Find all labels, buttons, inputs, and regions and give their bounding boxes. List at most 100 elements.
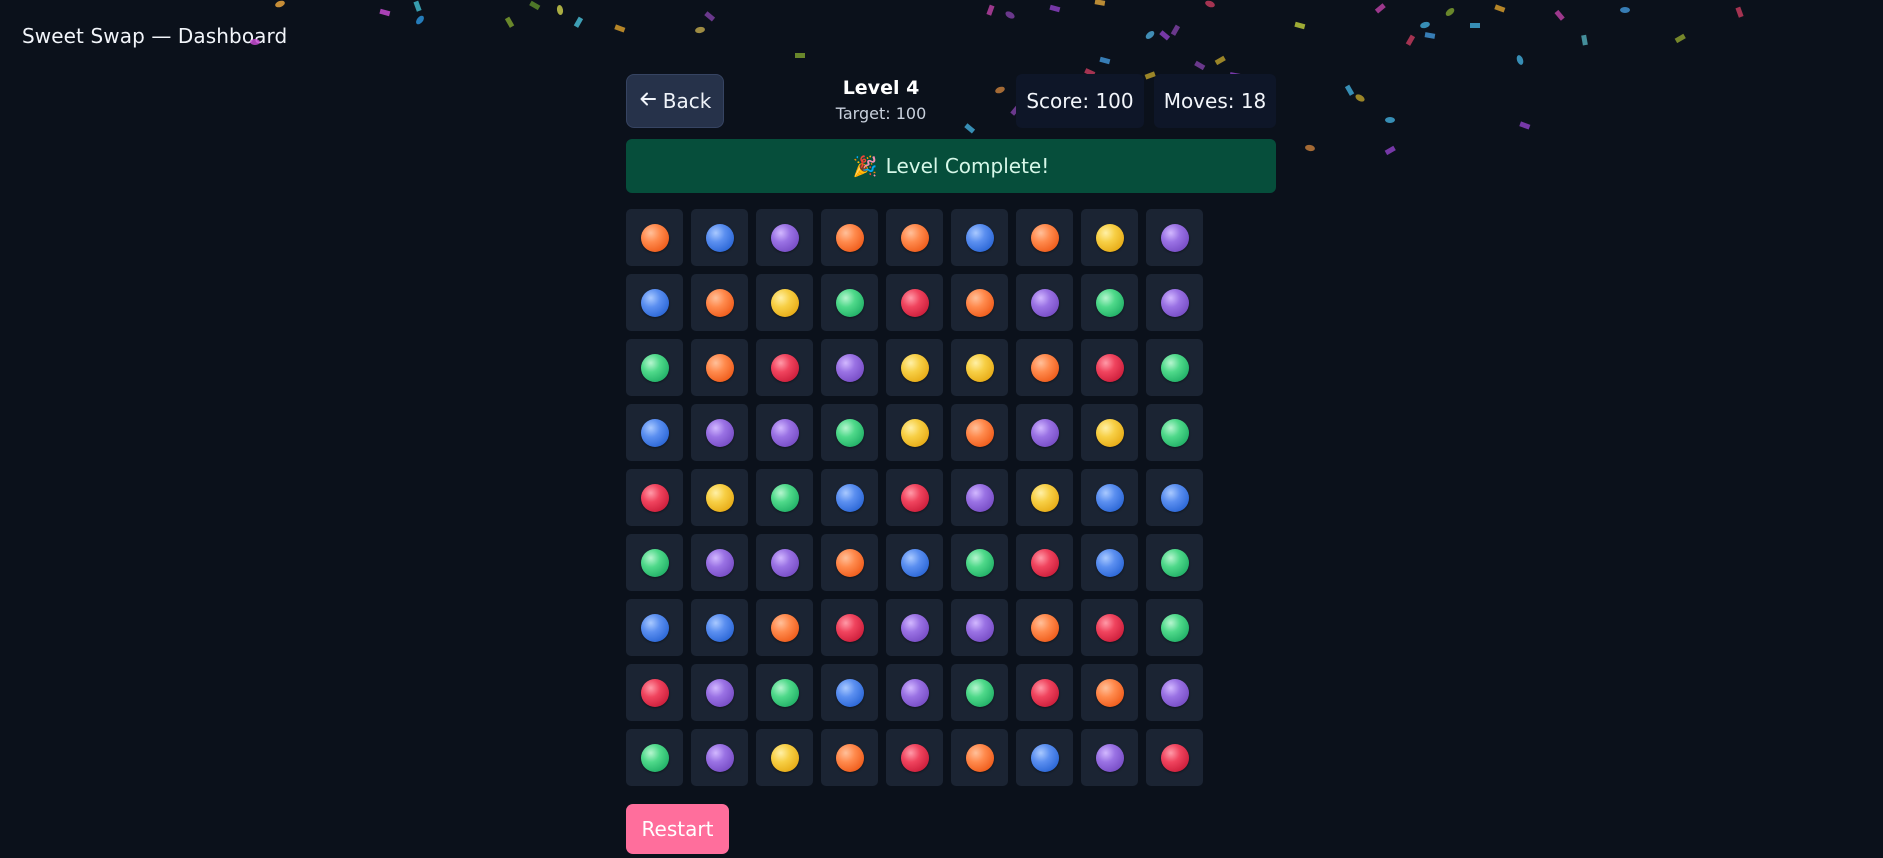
board-cell[interactable] bbox=[691, 469, 748, 526]
board-cell[interactable] bbox=[886, 664, 943, 721]
board-cell[interactable] bbox=[1146, 469, 1203, 526]
green-candy bbox=[770, 678, 799, 707]
board-cell[interactable] bbox=[951, 534, 1008, 591]
board-cell[interactable] bbox=[951, 664, 1008, 721]
blue-candy bbox=[1160, 483, 1189, 512]
board-cell[interactable] bbox=[821, 729, 878, 786]
board-cell[interactable] bbox=[1016, 469, 1073, 526]
board-cell[interactable] bbox=[951, 274, 1008, 331]
green-candy bbox=[640, 353, 669, 382]
board-cell[interactable] bbox=[1081, 534, 1138, 591]
board-cell[interactable] bbox=[1016, 534, 1073, 591]
board-cell[interactable] bbox=[1016, 404, 1073, 461]
board-cell[interactable] bbox=[821, 209, 878, 266]
board-cell[interactable] bbox=[1146, 339, 1203, 396]
board-cell[interactable] bbox=[756, 404, 813, 461]
board-cell[interactable] bbox=[886, 599, 943, 656]
board-cell[interactable] bbox=[1081, 404, 1138, 461]
board-cell[interactable] bbox=[626, 209, 683, 266]
board-cell[interactable] bbox=[821, 534, 878, 591]
confetti-piece bbox=[413, 0, 422, 12]
board-cell[interactable] bbox=[1081, 664, 1138, 721]
board-cell[interactable] bbox=[886, 209, 943, 266]
board-cell[interactable] bbox=[626, 599, 683, 656]
board-cell[interactable] bbox=[951, 599, 1008, 656]
board-cell[interactable] bbox=[1016, 209, 1073, 266]
board-cell[interactable] bbox=[821, 274, 878, 331]
board-cell[interactable] bbox=[756, 599, 813, 656]
board-cell[interactable] bbox=[1016, 729, 1073, 786]
board-cell[interactable] bbox=[951, 404, 1008, 461]
board-cell[interactable] bbox=[626, 534, 683, 591]
confetti-piece bbox=[1516, 55, 1524, 65]
board-cell[interactable] bbox=[1146, 209, 1203, 266]
board-cell[interactable] bbox=[886, 469, 943, 526]
board-cell[interactable] bbox=[756, 339, 813, 396]
board-cell[interactable] bbox=[1146, 664, 1203, 721]
board-cell[interactable] bbox=[821, 404, 878, 461]
confetti-piece bbox=[1355, 94, 1365, 102]
board-cell[interactable] bbox=[886, 404, 943, 461]
board-cell[interactable] bbox=[1081, 209, 1138, 266]
board-cell[interactable] bbox=[691, 274, 748, 331]
back-button[interactable]: Back bbox=[626, 74, 724, 128]
board-cell[interactable] bbox=[1146, 599, 1203, 656]
board-cell[interactable] bbox=[821, 599, 878, 656]
board-cell[interactable] bbox=[691, 729, 748, 786]
board-cell[interactable] bbox=[626, 664, 683, 721]
board-cell[interactable] bbox=[756, 469, 813, 526]
board-cell[interactable] bbox=[691, 404, 748, 461]
board-cell[interactable] bbox=[1016, 664, 1073, 721]
board-cell[interactable] bbox=[821, 664, 878, 721]
confetti-piece bbox=[504, 16, 515, 28]
board-cell[interactable] bbox=[756, 534, 813, 591]
restart-button[interactable]: Restart bbox=[626, 804, 729, 854]
orange-candy bbox=[1030, 353, 1059, 382]
board-cell[interactable] bbox=[886, 339, 943, 396]
app-title: Sweet Swap — Dashboard bbox=[22, 24, 288, 48]
board-cell[interactable] bbox=[1016, 274, 1073, 331]
board-cell[interactable] bbox=[886, 534, 943, 591]
board-cell[interactable] bbox=[1146, 729, 1203, 786]
board-cell[interactable] bbox=[1081, 339, 1138, 396]
board-cell[interactable] bbox=[821, 339, 878, 396]
red-candy bbox=[1030, 548, 1059, 577]
board-cell[interactable] bbox=[1016, 599, 1073, 656]
board-cell[interactable] bbox=[951, 339, 1008, 396]
board-cell[interactable] bbox=[1016, 339, 1073, 396]
blue-candy bbox=[640, 288, 669, 317]
board-cell[interactable] bbox=[626, 469, 683, 526]
orange-candy bbox=[835, 743, 864, 772]
board-cell[interactable] bbox=[1146, 534, 1203, 591]
board-cell[interactable] bbox=[886, 729, 943, 786]
board-cell[interactable] bbox=[626, 274, 683, 331]
board-cell[interactable] bbox=[1081, 274, 1138, 331]
board-cell[interactable] bbox=[626, 404, 683, 461]
board-cell[interactable] bbox=[756, 664, 813, 721]
board-cell[interactable] bbox=[951, 729, 1008, 786]
board-cell[interactable] bbox=[756, 274, 813, 331]
board-cell[interactable] bbox=[1081, 729, 1138, 786]
level-complete-banner: 🎉 Level Complete! bbox=[626, 139, 1276, 193]
board-cell[interactable] bbox=[691, 599, 748, 656]
board-cell[interactable] bbox=[756, 729, 813, 786]
board-cell[interactable] bbox=[691, 664, 748, 721]
board-cell[interactable] bbox=[691, 209, 748, 266]
board-cell[interactable] bbox=[951, 469, 1008, 526]
blue-candy bbox=[835, 483, 864, 512]
board-cell[interactable] bbox=[691, 534, 748, 591]
board-cell[interactable] bbox=[1081, 469, 1138, 526]
board-cell[interactable] bbox=[1146, 274, 1203, 331]
board-cell[interactable] bbox=[626, 339, 683, 396]
board-cell[interactable] bbox=[756, 209, 813, 266]
board-cell[interactable] bbox=[691, 339, 748, 396]
board-cell[interactable] bbox=[886, 274, 943, 331]
board-cell[interactable] bbox=[951, 209, 1008, 266]
purple-candy bbox=[1160, 678, 1189, 707]
board-cell[interactable] bbox=[821, 469, 878, 526]
red-candy bbox=[900, 483, 929, 512]
board-cell[interactable] bbox=[626, 729, 683, 786]
purple-candy bbox=[770, 418, 799, 447]
board-cell[interactable] bbox=[1081, 599, 1138, 656]
board-cell[interactable] bbox=[1146, 404, 1203, 461]
